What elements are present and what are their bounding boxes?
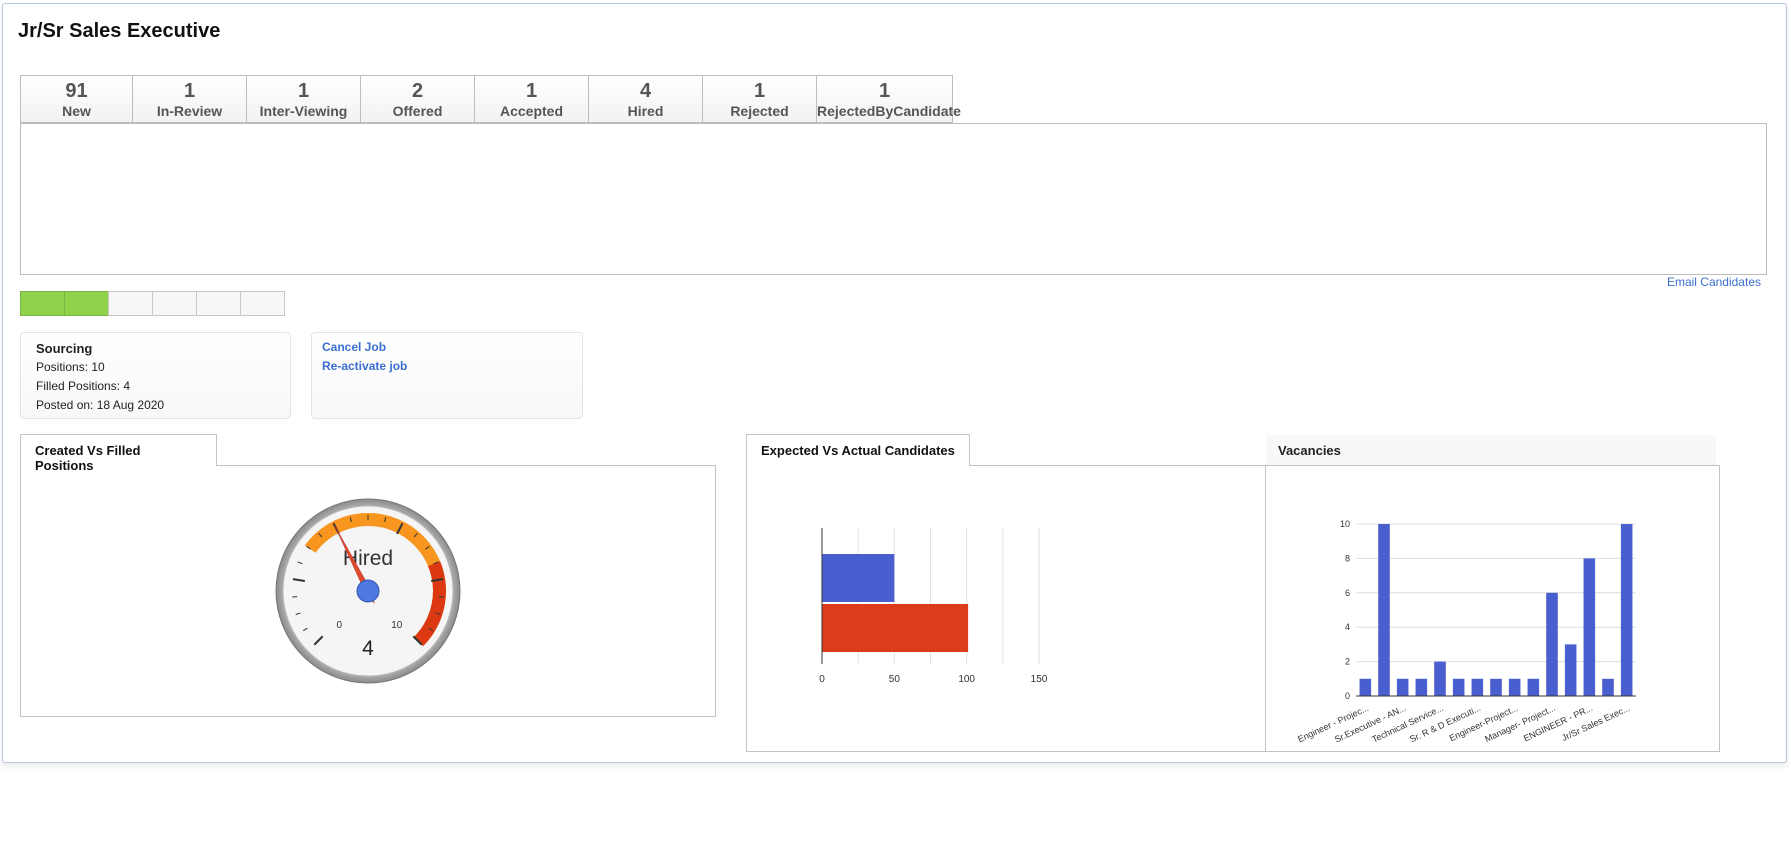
stage-tab-accepted[interactable]: 1 Accepted: [474, 75, 589, 123]
stage-count: 1: [878, 80, 891, 102]
expected-vs-actual-panel: 0 50 100 150: [746, 465, 1266, 752]
x-tick-label: 50: [889, 674, 901, 685]
stage-label: Offered: [392, 103, 443, 119]
x-tick-label: 100: [958, 674, 975, 685]
y-tick-label: 2: [1345, 657, 1350, 667]
y-tick-label: 10: [1340, 519, 1350, 529]
bar: [1452, 678, 1465, 696]
stage-candidates-panel: [20, 123, 1767, 275]
vacancies-panel: 0 2 4 6 8 10 Engineer - Projec... Sr.Executive …: [1266, 465, 1720, 752]
stage-tab-new[interactable]: 91 New: [20, 75, 133, 123]
bar: [1620, 524, 1633, 696]
stage-label: In-Review: [156, 103, 223, 119]
bar: [1471, 678, 1484, 696]
bar: [1602, 678, 1614, 696]
positions-count: Positions: 10: [36, 360, 105, 374]
x-tick-label: Jr/Sr Sales Exec...: [1560, 703, 1631, 743]
gauge-value: 4: [362, 637, 374, 660]
progress-step: [20, 291, 65, 316]
stage-label: RejectedByCandidate: [817, 103, 961, 119]
job-detail-frame: Jr/Sr Sales Executive 91 New 1 In-Review…: [2, 3, 1787, 763]
hired-gauge-chart: Hired 0 10 4: [275, 498, 461, 684]
created-vs-filled-panel: Hired 0 10 4: [20, 465, 716, 717]
expected-vs-actual-chart: 0 50 100 150: [819, 528, 1048, 685]
stage-tab-rejected[interactable]: 1 Rejected: [702, 75, 817, 123]
job-progress-bar: [20, 291, 285, 316]
y-tick-label: 8: [1345, 553, 1350, 563]
gauge-min-label: 0: [336, 620, 342, 631]
bar: [1415, 678, 1428, 696]
page-title: Jr/Sr Sales Executive: [18, 20, 221, 42]
stage-count: 1: [297, 80, 310, 102]
stage-label: Rejected: [730, 103, 789, 119]
filled-positions-count: Filled Positions: 4: [36, 379, 131, 393]
y-tick-label: 4: [1345, 622, 1350, 632]
bar: [1378, 524, 1390, 696]
x-tick-label: 150: [1031, 674, 1048, 685]
bar: [1508, 678, 1521, 696]
stage-tab-in-review[interactable]: 1 In-Review: [132, 75, 247, 123]
stage-label: Inter-Viewing: [259, 103, 348, 119]
job-status-card: Sourcing Positions: 10 Filled Positions:…: [20, 332, 291, 419]
bar: [1564, 644, 1577, 696]
stage-tabs: 91 New 1 In-Review 1 Inter-Viewing 2 Off…: [20, 75, 961, 123]
stage-label: Accepted: [499, 103, 564, 119]
bar: [1546, 592, 1558, 696]
tab-expected-vs-actual[interactable]: Expected Vs Actual Candidates: [746, 434, 970, 466]
stage-count: 1: [753, 80, 766, 102]
progress-step: [152, 291, 197, 316]
stage-tab-rejected-by-candidate[interactable]: 1 RejectedByCandidate: [816, 75, 961, 123]
email-candidates-link[interactable]: Email Candidates: [1667, 275, 1761, 289]
bar: [822, 554, 895, 602]
stage-count: 2: [411, 80, 424, 102]
gauge-hub: [356, 579, 380, 603]
y-tick-label: 0: [1345, 691, 1350, 701]
stage-count: 4: [639, 80, 652, 102]
stage-tab-offered[interactable]: 2 Offered: [360, 75, 475, 123]
bar: [822, 604, 969, 652]
bar: [1490, 678, 1502, 696]
cancel-job-link[interactable]: Cancel Job: [322, 338, 572, 357]
stage-count: 91: [65, 80, 88, 102]
vacancies-chart: 0246810Engineer - Projec...Sr.Executive …: [1296, 519, 1636, 745]
stage-count: 1: [525, 80, 538, 102]
bar: [1527, 678, 1540, 696]
progress-step: [240, 291, 285, 316]
stage-count: 1: [183, 80, 196, 102]
tab-created-vs-filled[interactable]: Created Vs Filled Positions: [20, 434, 217, 473]
progress-step: [108, 291, 153, 316]
stage-tab-hired[interactable]: 4 Hired: [588, 75, 703, 123]
bar: [1359, 678, 1372, 696]
stage-label: Hired: [627, 103, 664, 119]
status-title: Sourcing: [36, 341, 93, 356]
y-tick-label: 6: [1345, 588, 1350, 598]
progress-step: [64, 291, 109, 316]
stage-label: New: [62, 103, 91, 119]
stage-tab-interviewing[interactable]: 1 Inter-Viewing: [246, 75, 361, 123]
x-tick-label: 0: [819, 674, 825, 685]
progress-step: [196, 291, 241, 316]
vacancies-title: Vacancies: [1266, 435, 1716, 466]
bar: [1583, 558, 1596, 696]
posted-date: Posted on: 18 Aug 2020: [36, 398, 165, 412]
bar: [1396, 678, 1409, 696]
reactivate-job-link[interactable]: Re-activate job: [322, 357, 572, 376]
gauge-max-label: 10: [391, 620, 403, 631]
bar: [1434, 661, 1446, 696]
job-actions-card: Cancel Job Re-activate job: [311, 332, 583, 419]
